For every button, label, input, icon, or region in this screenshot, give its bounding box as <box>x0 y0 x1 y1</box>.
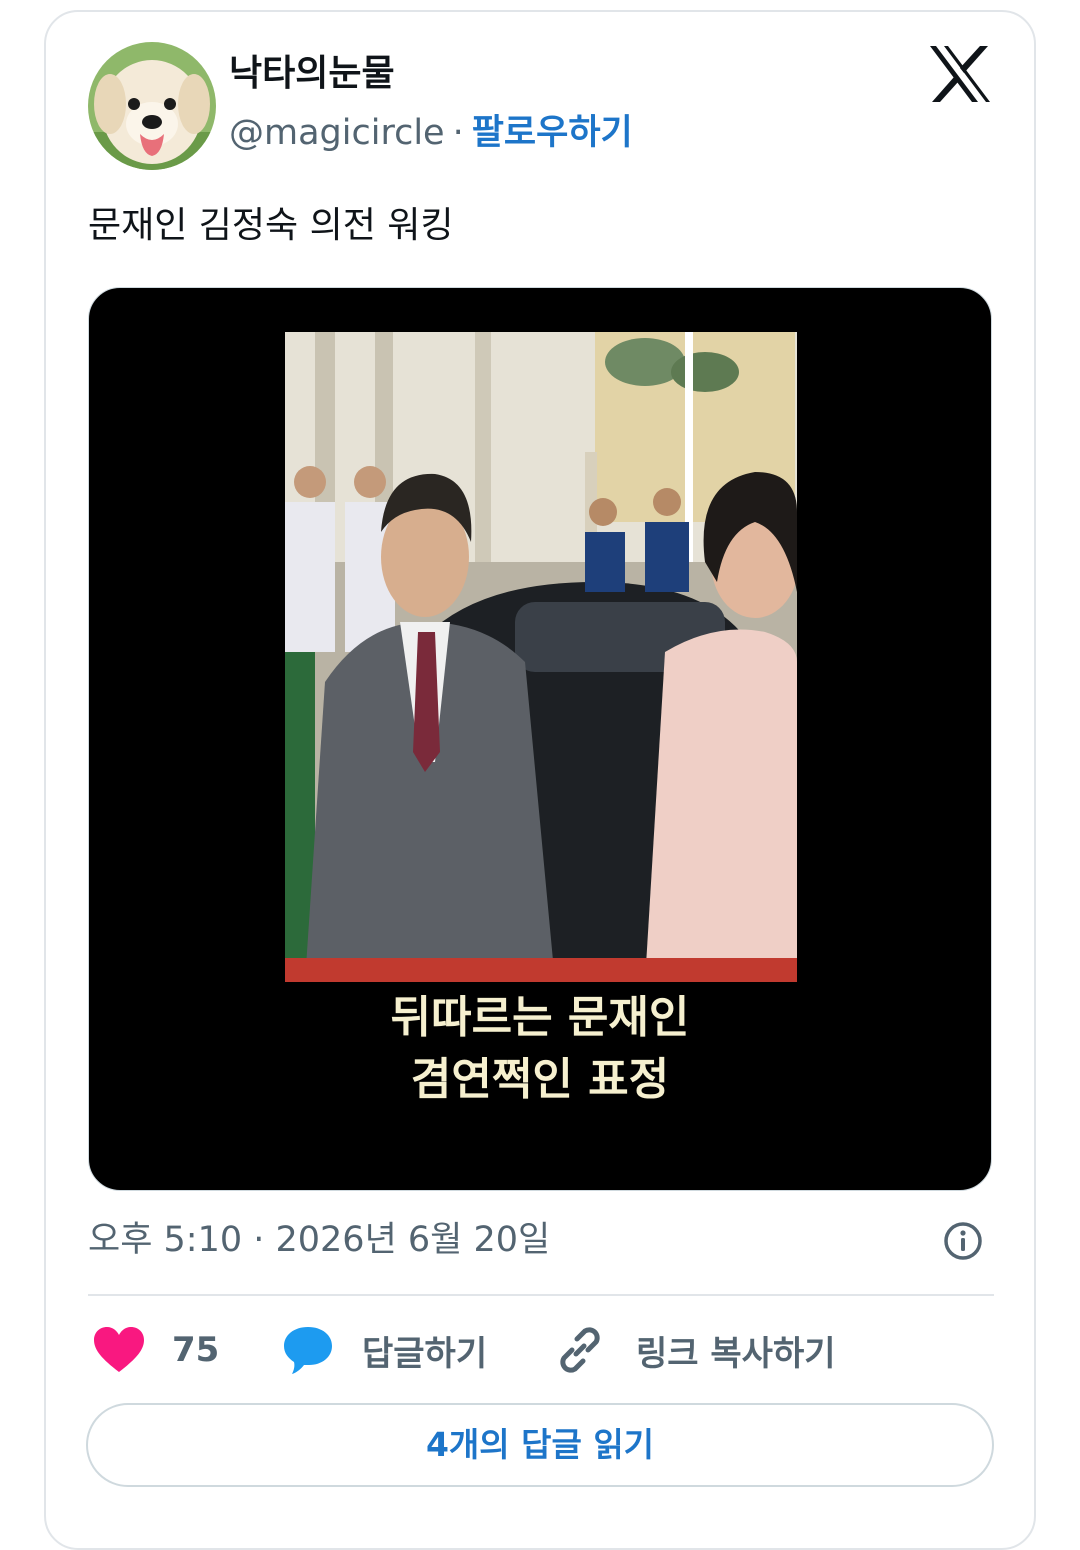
reply-button[interactable]: 답글하기 <box>282 1320 487 1380</box>
handle-row: @magicircle · 팔로우하기 <box>229 110 633 156</box>
copy-link-button[interactable]: 링크 복사하기 <box>554 1320 836 1380</box>
read-replies-button[interactable]: 4개의 답글 읽기 <box>86 1403 994 1487</box>
reply-bubble-icon <box>284 1327 332 1374</box>
link-icon <box>560 1327 600 1373</box>
copy-link-label: 링크 복사하기 <box>636 1333 836 1374</box>
separator-dot: · <box>452 113 464 153</box>
puppy-avatar-icon <box>88 42 216 170</box>
reply-label: 답글하기 <box>362 1333 488 1374</box>
tweet-text: 문재인 김정숙 의전 워킹 <box>88 205 454 246</box>
follow-button[interactable]: 팔로우하기 <box>472 113 633 153</box>
info-icon[interactable] <box>942 1220 984 1262</box>
video-frame <box>285 332 797 982</box>
display-name[interactable]: 낙타의눈물 <box>229 52 395 96</box>
heart-icon <box>94 1327 144 1372</box>
divider <box>88 1294 994 1296</box>
x-logo-icon[interactable] <box>928 44 992 104</box>
video-still-image <box>285 332 797 982</box>
video-caption-line1: 뒤따르는 문재인 <box>390 992 690 1043</box>
avatar[interactable] <box>88 42 216 170</box>
video-media[interactable]: 뒤따르는 문재인 겸연쩍인 표정 <box>88 287 992 1191</box>
video-caption-line2: 겸연쩍인 표정 <box>410 1054 670 1105</box>
user-handle[interactable]: @magicircle <box>229 113 445 153</box>
like-count: 75 <box>172 1330 220 1370</box>
tweet-timestamp[interactable]: 오후 5:10 · 2026년 6월 20일 <box>88 1216 550 1264</box>
like-button[interactable]: 75 <box>92 1320 219 1380</box>
